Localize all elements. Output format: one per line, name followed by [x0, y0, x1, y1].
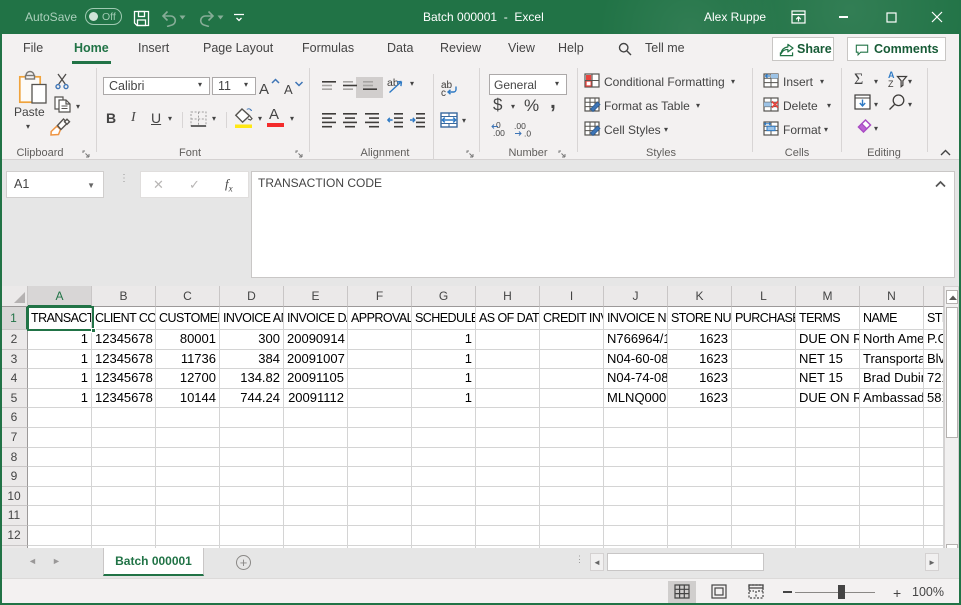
- svg-text:A: A: [284, 82, 293, 96]
- svg-text:Z: Z: [888, 79, 894, 88]
- svg-text:ab: ab: [387, 77, 399, 89]
- svg-text:c: c: [441, 88, 446, 96]
- svg-text:.0: .0: [524, 129, 531, 138]
- svg-text:A: A: [259, 81, 269, 96]
